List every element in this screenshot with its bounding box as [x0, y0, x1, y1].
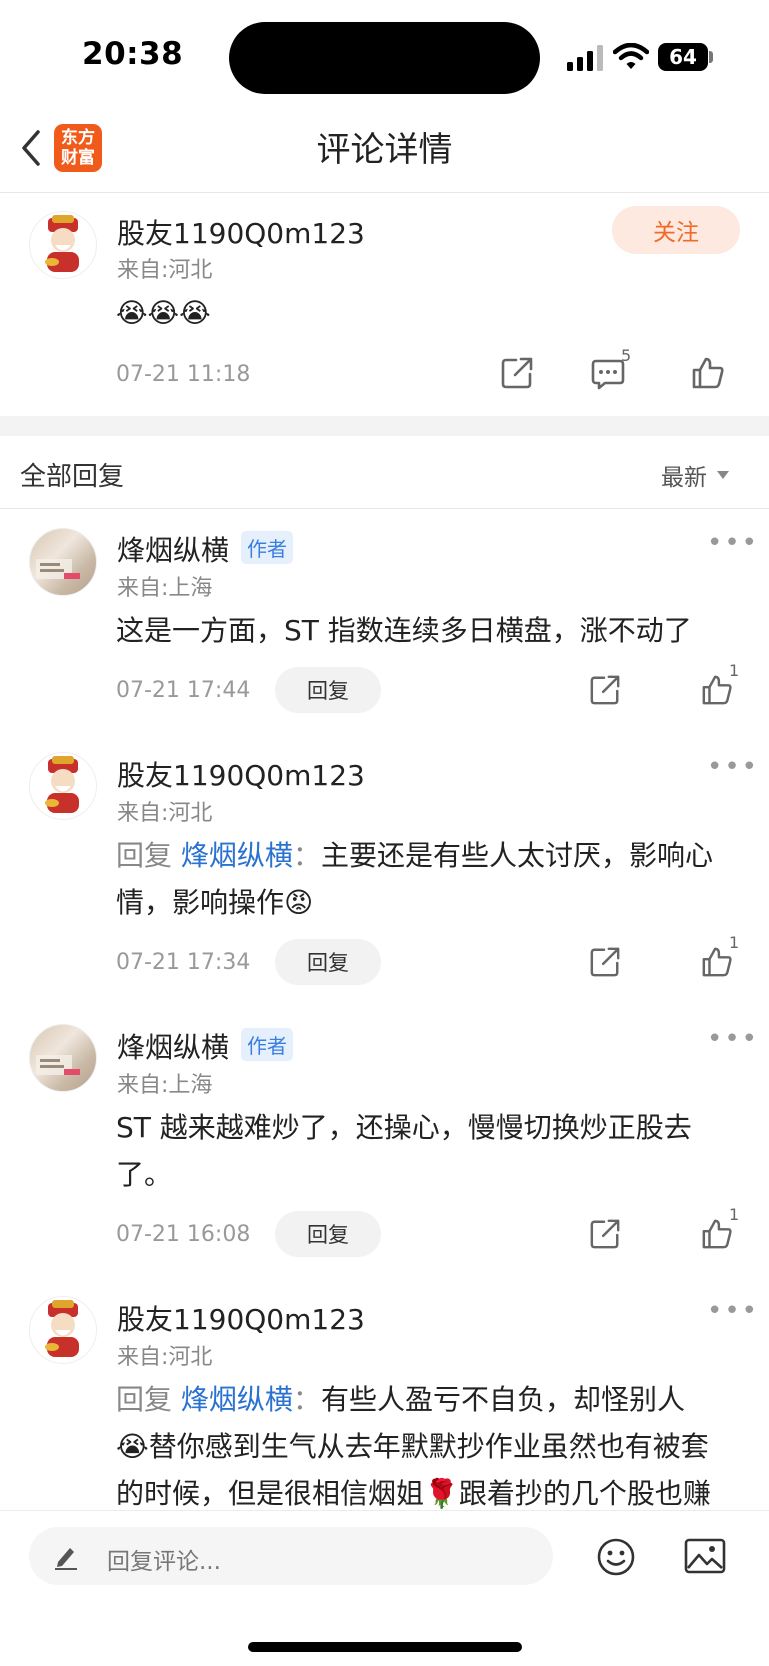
photo-avatar-icon	[36, 559, 80, 579]
dynamic-island	[229, 22, 540, 94]
reply-username[interactable]: 股友1190Q0m123	[117, 754, 365, 794]
reply-timestamp: 07-21 17:34	[116, 950, 251, 975]
share-icon[interactable]	[589, 674, 621, 706]
share-icon[interactable]	[589, 946, 621, 978]
reply-prefix: 回复	[116, 1383, 181, 1416]
reply-input-placeholder: 回复评论...	[107, 1549, 221, 1575]
author-badge: 作者	[241, 1028, 293, 1061]
more-options-icon[interactable]: •••	[707, 528, 759, 558]
author-badge: 作者	[241, 531, 293, 564]
fortune-god-avatar-icon	[45, 756, 79, 813]
rose-emoji: 🌹	[424, 1477, 459, 1510]
reply-avatar[interactable]	[29, 1296, 97, 1364]
home-indicator	[248, 1642, 522, 1652]
main-timestamp: 07-21 11:18	[116, 362, 251, 387]
reply-text-continued: 😭替你感到生气从去年默默抄作业虽然也有被套	[116, 1423, 709, 1470]
reply-text-line-1: 主要还是有些人太讨厌，影响心	[320, 839, 713, 872]
reply-location: 来自:河北	[117, 801, 213, 826]
reply-text: 回复 烽烟纵横：有些人盈亏不自负，却怪别人	[116, 1376, 685, 1423]
fortune-god-avatar-icon	[45, 1300, 79, 1357]
fortune-god-avatar-icon	[45, 215, 79, 272]
pencil-icon	[55, 1548, 77, 1570]
status-time: 20:38	[82, 36, 184, 72]
reply-avatar[interactable]	[29, 752, 97, 820]
reply-input[interactable]: 回复评论...	[29, 1527, 553, 1585]
like-count: 1	[729, 1205, 740, 1224]
mention-link[interactable]: 烽烟纵横	[181, 839, 293, 872]
more-options-icon[interactable]: •••	[707, 1296, 759, 1326]
emoji-picker-icon[interactable]	[596, 1537, 636, 1577]
user-avatar[interactable]	[29, 211, 97, 279]
more-options-icon[interactable]: •••	[707, 752, 759, 782]
reply-text-line-2: 替你感到生气从去年默默抄作业虽然也有被套	[148, 1430, 709, 1463]
reply-text-continued: 情，影响操作😡	[116, 879, 313, 926]
reply-text: 回复 烽烟纵横：主要还是有些人太讨厌，影响心	[116, 832, 713, 879]
reply-timestamp: 07-21 17:44	[116, 678, 251, 703]
sort-dropdown[interactable]: 最新	[661, 458, 729, 492]
nav-divider	[0, 192, 769, 193]
reply-avatar[interactable]	[29, 1024, 97, 1092]
angry-emoji: 😡	[284, 886, 314, 919]
reply-avatar[interactable]	[29, 528, 97, 596]
reply-timestamp: 07-21 16:08	[116, 1222, 251, 1247]
reply-button[interactable]: 回复	[275, 1211, 381, 1257]
reply-text-line-3a: 的时候，但是很相信烟姐	[116, 1477, 425, 1510]
reply-location: 来自:上海	[117, 1073, 213, 1098]
more-options-icon[interactable]: •••	[707, 1024, 759, 1054]
reply-location: 来自:河北	[117, 1345, 213, 1370]
image-upload-icon[interactable]	[684, 1538, 726, 1574]
mention-separator: ：	[292, 839, 321, 872]
battery-tip	[709, 51, 713, 63]
reply-button[interactable]: 回复	[275, 939, 381, 985]
like-icon[interactable]	[691, 356, 725, 390]
caret-down-icon	[717, 471, 729, 479]
reply-username[interactable]: 股友1190Q0m123	[117, 1298, 365, 1338]
follow-button[interactable]: 关注	[612, 206, 740, 254]
photo-avatar-icon	[36, 1055, 80, 1075]
sort-label: 最新	[661, 465, 707, 491]
mention-link[interactable]: 烽烟纵横	[181, 1383, 293, 1416]
like-count: 1	[729, 933, 740, 952]
reply-text-line-3b: 跟着抄的几个股也赚	[458, 1477, 711, 1510]
reply-text: ST 越来越难炒了，还操心，慢慢切换炒正股去	[116, 1111, 692, 1144]
reply-text-line-1: 有些人盈亏不自负，却怪别人	[320, 1383, 685, 1416]
reply-text-line-2: 情，影响操作	[116, 886, 285, 919]
comment-icon[interactable]	[591, 358, 625, 390]
reply-button[interactable]: 回复	[275, 667, 381, 713]
reply-username[interactable]: 烽烟纵横	[117, 529, 229, 569]
main-location: 来自:河北	[117, 258, 213, 283]
all-replies-title: 全部回复	[20, 462, 125, 492]
main-comment-emoji: 😭😭😭	[116, 298, 211, 329]
main-reply-count: 5	[621, 346, 632, 365]
share-icon[interactable]	[500, 356, 534, 390]
cellular-signal-icon	[567, 45, 603, 71]
reply-text-continued: 了。	[116, 1158, 173, 1191]
battery-indicator: 64	[658, 43, 708, 71]
header-divider	[0, 508, 769, 509]
reply-text: 这是一方面，ST 指数连续多日横盘，涨不动了	[116, 614, 692, 647]
page-title: 评论详情	[316, 130, 453, 170]
reply-prefix: 回复	[116, 839, 181, 872]
mention-separator: ：	[292, 1383, 321, 1416]
section-gap	[0, 416, 769, 436]
reply-location: 来自:上海	[117, 576, 213, 601]
reply-username[interactable]: 烽烟纵横	[117, 1026, 229, 1066]
main-username[interactable]: 股友1190Q0m123	[117, 212, 365, 252]
wifi-icon	[613, 43, 649, 69]
like-count: 1	[729, 661, 740, 680]
crying-emoji: 😭	[116, 1430, 149, 1463]
share-icon[interactable]	[589, 1218, 621, 1250]
